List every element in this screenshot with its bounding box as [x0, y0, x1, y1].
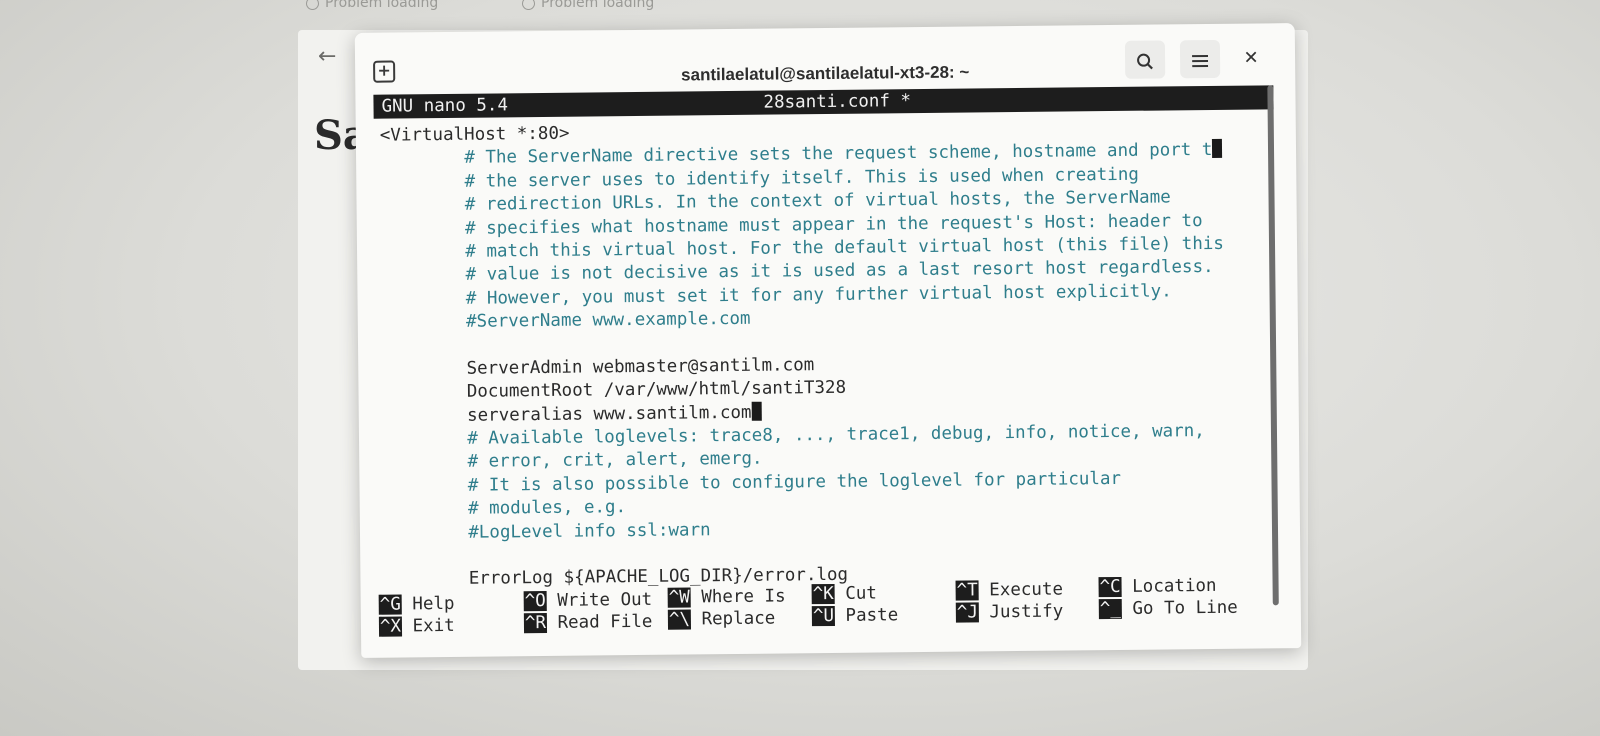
- shortcut-label: Location: [1121, 575, 1217, 597]
- shortcut-label: Justify: [978, 601, 1064, 623]
- shortcut-key: ^O: [523, 590, 547, 612]
- shortcut-key: ^R: [523, 612, 548, 634]
- shortcut-key: ^X: [378, 616, 403, 637]
- shortcut-item: ^T Execute: [955, 579, 1064, 602]
- nano-version: GNU nano 5.4: [381, 95, 509, 117]
- editor-line-text: #LogLevel info ssl:warn: [383, 519, 711, 544]
- editor-line-text: # error, crit, alert, emerg.: [383, 449, 763, 474]
- terminal-window: + santilaelatul@santilaelatul-xt3-28: ~ …: [354, 23, 1302, 658]
- browser-tab-strip: Problem loading Problem loading: [300, 0, 1300, 14]
- shortcut-key: ^U: [811, 605, 836, 627]
- shortcut-key: ^C: [1098, 576, 1122, 598]
- browser-tab-label: Problem loading: [325, 0, 439, 11]
- editor-line-text: # modules, e.g.: [383, 497, 627, 520]
- shortcut-item: ^\ Replace: [667, 608, 776, 631]
- shortcut-item: ^K Cut: [811, 583, 877, 606]
- shortcut-item: ^_ Go To Line: [1098, 597, 1238, 620]
- shortcut-label: Help: [401, 593, 455, 615]
- shortcut-label: Where Is: [690, 586, 786, 608]
- shortcut-item: ^U Paste: [811, 604, 899, 627]
- browser-tab[interactable]: Problem loading: [522, 0, 654, 10]
- shortcut-label: Write Out: [546, 589, 653, 611]
- shortcut-key: ^W: [667, 587, 691, 608]
- shortcut-key: ^G: [378, 594, 402, 615]
- close-icon: ✕: [1243, 47, 1259, 69]
- shortcut-item: ^R Read File: [523, 611, 653, 634]
- shortcut-item: ^C Location: [1098, 575, 1217, 598]
- back-arrow-icon[interactable]: ←: [318, 44, 336, 69]
- shortcut-label: Go To Line: [1121, 597, 1238, 619]
- search-icon: [1137, 53, 1153, 69]
- search-button[interactable]: [1124, 40, 1166, 79]
- nano-filename: 28santi.conf *: [763, 91, 912, 113]
- shortcut-key: ^J: [955, 602, 980, 623]
- shortcut-label: Read File: [546, 611, 653, 633]
- shortcut-bar: ^G Help ^X Exit ^O Write Out ^R Read File ^W…: [378, 570, 1279, 639]
- line-overflow-indicator: [1212, 139, 1223, 159]
- shortcut-key: ^T: [955, 580, 979, 601]
- editor-line-text: serveralias www.santilm.com: [382, 402, 752, 427]
- nano-editor[interactable]: GNU nano 5.4 28santi.conf * <VirtualHost…: [373, 85, 1279, 649]
- browser-tab-label: Problem loading: [541, 0, 655, 11]
- editor-line-text: DocumentRoot /var/www/html/santiT328: [382, 378, 847, 403]
- shortcut-key: ^\: [667, 609, 692, 630]
- editor-text-area[interactable]: <VirtualHost *:80> # The ServerName dire…: [380, 116, 1228, 593]
- editor-line-text: <VirtualHost *:80>: [379, 123, 570, 146]
- editor-line-text: #ServerName www.example.com: [381, 308, 751, 333]
- text-cursor: [751, 401, 762, 421]
- shortcut-label: Cut: [834, 583, 877, 604]
- shortcut-item: ^X Exit: [378, 615, 455, 638]
- close-button[interactable]: ✕: [1231, 39, 1271, 77]
- shortcut-label: Execute: [978, 579, 1064, 601]
- shortcut-label: Exit: [401, 615, 455, 637]
- shortcut-item: ^W Where Is: [667, 585, 786, 608]
- titlebar: + santilaelatul@santilaelatul-xt3-28: ~ …: [355, 23, 1296, 95]
- shortcut-item: ^J Justify: [955, 601, 1064, 624]
- shortcut-label: Replace: [690, 608, 776, 630]
- shortcut-item: ^G Help: [378, 593, 455, 616]
- shortcut-key: ^K: [811, 583, 835, 605]
- shortcut-item: ^O Write Out: [523, 589, 653, 612]
- hamburger-icon: [1192, 54, 1209, 67]
- info-icon: [306, 0, 319, 10]
- shortcut-label: Paste: [834, 605, 899, 626]
- browser-tab[interactable]: Problem loading: [306, 0, 438, 10]
- menu-button[interactable]: [1179, 39, 1221, 79]
- info-icon: [522, 0, 535, 10]
- shortcut-key: ^_: [1098, 598, 1123, 620]
- editor-line-text: ServerAdmin webmaster@santilm.com: [382, 355, 815, 380]
